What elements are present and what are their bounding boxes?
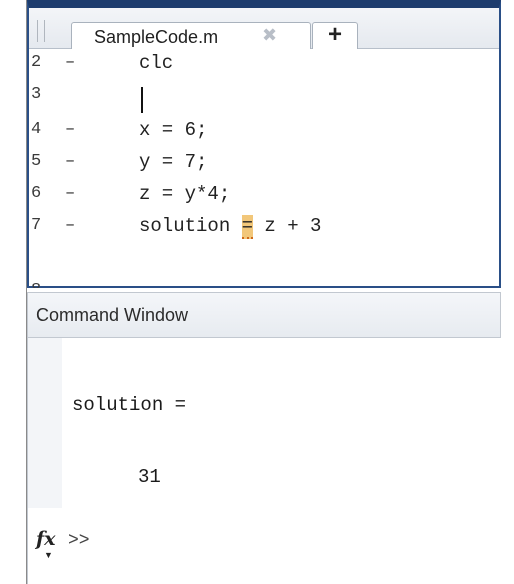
drag-grip-icon[interactable] <box>37 20 45 42</box>
code-line: 7 – solution = z + 3 <box>29 207 499 239</box>
command-window-title: Command Window <box>36 305 189 325</box>
code-text: z = y*4; <box>139 183 231 205</box>
code-text: solution = z + 3 <box>139 215 322 239</box>
warning-highlight[interactable]: = <box>241 215 254 239</box>
code-text: x = 6; <box>139 119 208 141</box>
tab-label: SampleCode.m <box>94 27 219 47</box>
code-line: 6 – z = y*4; <box>29 175 499 207</box>
line-number: 3 <box>31 85 42 104</box>
breakpoint-marker[interactable]: – <box>65 184 75 203</box>
code-line: 4 – x = 6; <box>29 111 499 143</box>
command-window[interactable]: solution = 31 fx ▼ >> <box>27 338 501 584</box>
breakpoint-marker[interactable]: – <box>65 152 75 171</box>
command-window-gutter <box>28 338 62 508</box>
code-segment: solution <box>139 215 242 237</box>
fx-icon[interactable]: fx <box>36 528 56 550</box>
line-number: 5 <box>31 152 42 171</box>
tab-samplecode[interactable]: SampleCode.m ✖ <box>71 22 311 49</box>
code-text: clc <box>139 52 174 74</box>
code-area[interactable]: 2 – clc 3 4 – x = 6; 5 – y = 7; 6 – z = … <box>29 48 499 288</box>
output-variable: solution = <box>72 394 187 416</box>
code-editor: SampleCode.m ✖ + 2 – clc 3 4 – x = 6; 5 … <box>27 0 501 288</box>
command-prompt[interactable]: >> <box>68 531 90 551</box>
code-line: 8 <box>29 239 499 288</box>
text-cursor <box>141 87 143 113</box>
close-icon[interactable]: ✖ <box>262 25 277 46</box>
line-number: 2 <box>31 53 42 72</box>
line-number: 7 <box>31 216 42 235</box>
command-window-header[interactable]: Command Window <box>27 292 501 338</box>
chevron-down-icon[interactable]: ▼ <box>44 550 53 560</box>
breakpoint-marker[interactable]: – <box>65 216 75 235</box>
line-number: 4 <box>31 120 42 139</box>
new-tab-button[interactable]: + <box>312 22 358 49</box>
line-number: 8 <box>31 281 51 288</box>
code-text: y = 7; <box>139 151 208 173</box>
code-segment: z + 3 <box>253 215 322 237</box>
output-value: 31 <box>138 466 161 488</box>
code-line: 2 – clc <box>29 48 499 79</box>
line-number: 6 <box>31 184 42 203</box>
breakpoint-marker[interactable]: – <box>65 120 75 139</box>
matlab-window: SampleCode.m ✖ + 2 – clc 3 4 – x = 6; 5 … <box>26 0 503 584</box>
code-line: 5 – y = 7; <box>29 143 499 175</box>
code-line: 3 <box>29 79 499 113</box>
breakpoint-marker[interactable]: – <box>65 53 75 72</box>
editor-tab-bar: SampleCode.m ✖ + <box>29 8 499 49</box>
